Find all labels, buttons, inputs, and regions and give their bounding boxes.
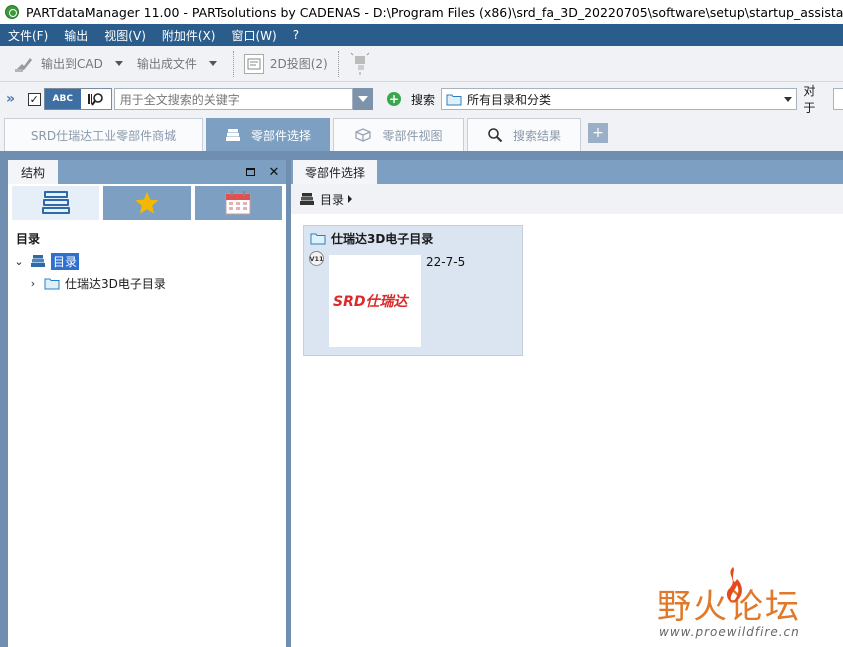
catalog-card[interactable]: 仕瑞达3D电子目录 V11 SRD仕瑞达 22-7-5 [303,225,523,356]
tab-srd-shop[interactable]: SRD仕瑞达工业零部件商城 [4,118,203,151]
tree-root[interactable]: ⌄ 目录 [8,250,286,272]
menu-bar: 文件(F) 输出 视图(V) 附加件(X) 窗口(W) ? [0,24,843,46]
structure-mode-bar [8,184,286,220]
svg-text:SRD仕瑞达: SRD仕瑞达 [333,293,409,310]
toolbar-separator [232,50,234,77]
view-2d-label: 2D投图(2) [269,57,328,71]
catalog-books-icon [225,128,241,142]
part-selection-header: 零部件选择 [291,160,843,184]
toolbar: 输出到CAD 输出成文件 2D投图(2) [0,46,843,82]
menu-addons[interactable]: 附加件(X) [162,27,216,44]
chevron-right-icon[interactable]: › [26,277,40,290]
maximize-panel-button[interactable] [238,160,262,184]
search-history-dropdown[interactable] [353,88,374,110]
tab-part-view[interactable]: 零部件视图 [333,118,464,151]
tree-item-label: 仕瑞达3D电子目录 [65,276,166,291]
catalog-card-title-text: 仕瑞达3D电子目录 [331,231,434,246]
tab-label: 零部件视图 [382,128,443,143]
tree-item-srd-catalog[interactable]: › 仕瑞达3D电子目录 [8,272,286,294]
catalog-logo: SRD仕瑞达 [329,255,421,347]
catalog-books-icon [299,192,315,206]
menu-file[interactable]: 文件(F) [8,27,48,44]
tab-part-selection[interactable]: 零部件选择 [206,118,330,151]
star-icon [135,192,159,214]
export-file-button[interactable]: 输出成文件 [133,50,201,78]
catalog-card-date: 22-7-5 [426,255,466,269]
fuzzy-search-toggle[interactable] [80,89,111,109]
tab-label: 搜索结果 [512,128,561,143]
add-tab-button[interactable]: + [588,123,608,143]
structure-section-title: 目录 [16,232,41,246]
version-badge: V11 [309,251,324,266]
close-panel-button[interactable]: ✕ [262,160,286,184]
export-cad-label: 输出到CAD [41,57,103,71]
search-icon [487,127,503,143]
calendar-mode-button[interactable] [194,186,282,220]
structure-panel: 结构 ✕ 目录 ⌄ 目录 › 仕瑞达3D电子目录 [8,160,286,647]
srd-logo-icon: SRD仕瑞达 [333,293,409,310]
close-icon: ✕ [268,164,280,180]
search-for-label: 对于 [803,84,816,115]
menu-output[interactable]: 输出 [64,27,88,44]
breadcrumb: 目录 [291,184,843,214]
search-label: 搜索 [410,92,435,107]
search-scope-value: 所有目录和分类 [467,92,552,107]
watermark-url: www.proewildfire.cn [659,625,800,639]
part-cube-icon [354,127,372,143]
folder-icon [44,277,60,290]
search-mode-group: ABC [43,88,112,110]
search-bar: » ✓ ABC 用于全文搜索的关键字 + 搜索 所有目录和分类 对于 [0,82,843,116]
menu-help[interactable]: ? [293,28,299,42]
catalog-books-icon [41,191,70,214]
export-cad-button[interactable]: 输出到CAD [8,50,107,78]
catalog-card-title: 仕瑞达3D电子目录 [304,226,522,250]
search-for-field[interactable] [833,88,843,110]
drawing-2d-icon [243,53,264,74]
maximize-icon [245,168,255,176]
explode-view-button[interactable] [345,50,375,78]
collapse-chevron-icon[interactable]: » [6,91,22,107]
export-cad-dropdown[interactable] [114,61,123,66]
export-file-dropdown[interactable] [208,61,217,66]
breadcrumb-item[interactable]: 目录 [320,191,344,208]
tab-label: 零部件选择 [250,128,311,143]
catalog-mode-button[interactable] [12,186,100,220]
app-logo-icon [5,5,19,19]
structure-panel-header: 结构 ✕ [8,160,286,184]
fuzzy-search-icon [87,93,103,106]
window-title: PARTdataManager 11.00 - PARTsolutions by… [26,4,843,20]
export-file-label: 输出成文件 [136,57,197,71]
watermark: 野火论坛 www.proewildfire.cn [655,565,843,647]
flame-icon [726,567,742,603]
exact-search-toggle[interactable]: ABC [44,89,81,109]
toolbar-separator [337,50,339,77]
menu-view[interactable]: 视图(V) [104,27,146,44]
folder-icon [310,232,326,245]
tab-search-results[interactable]: 搜索结果 [467,118,581,151]
tab-label: SRD仕瑞达工业零部件商城 [30,128,177,143]
structure-tab[interactable]: 结构 [8,160,58,184]
fulltext-checkbox[interactable]: ✓ [27,92,41,106]
title-bar: PARTdataManager 11.00 - PARTsolutions by… [0,0,843,24]
search-input[interactable]: 用于全文搜索的关键字 [113,88,354,110]
breadcrumb-arrow-icon[interactable] [348,195,353,203]
part-selection-tab[interactable]: 零部件选择 [293,160,378,184]
calendar-icon [225,191,251,215]
tree-root-label: 目录 [51,252,80,270]
main-tabs: SRD仕瑞达工业零部件商城 零部件选择 零部件视图 搜索结果 + [0,116,843,154]
add-search-icon[interactable]: + [387,92,401,106]
chevron-down-icon [780,96,796,102]
favorites-mode-button[interactable] [103,186,191,220]
explode-icon [350,52,370,75]
menu-window[interactable]: 窗口(W) [231,27,276,44]
view-2d-button[interactable]: 2D投图(2) [240,51,332,77]
chevron-down-icon[interactable]: ⌄ [12,255,26,268]
folder-icon [446,94,462,105]
search-scope-select[interactable]: 所有目录和分类 [441,88,798,110]
export-cad-icon [12,52,36,76]
catalog-books-icon [30,254,46,268]
